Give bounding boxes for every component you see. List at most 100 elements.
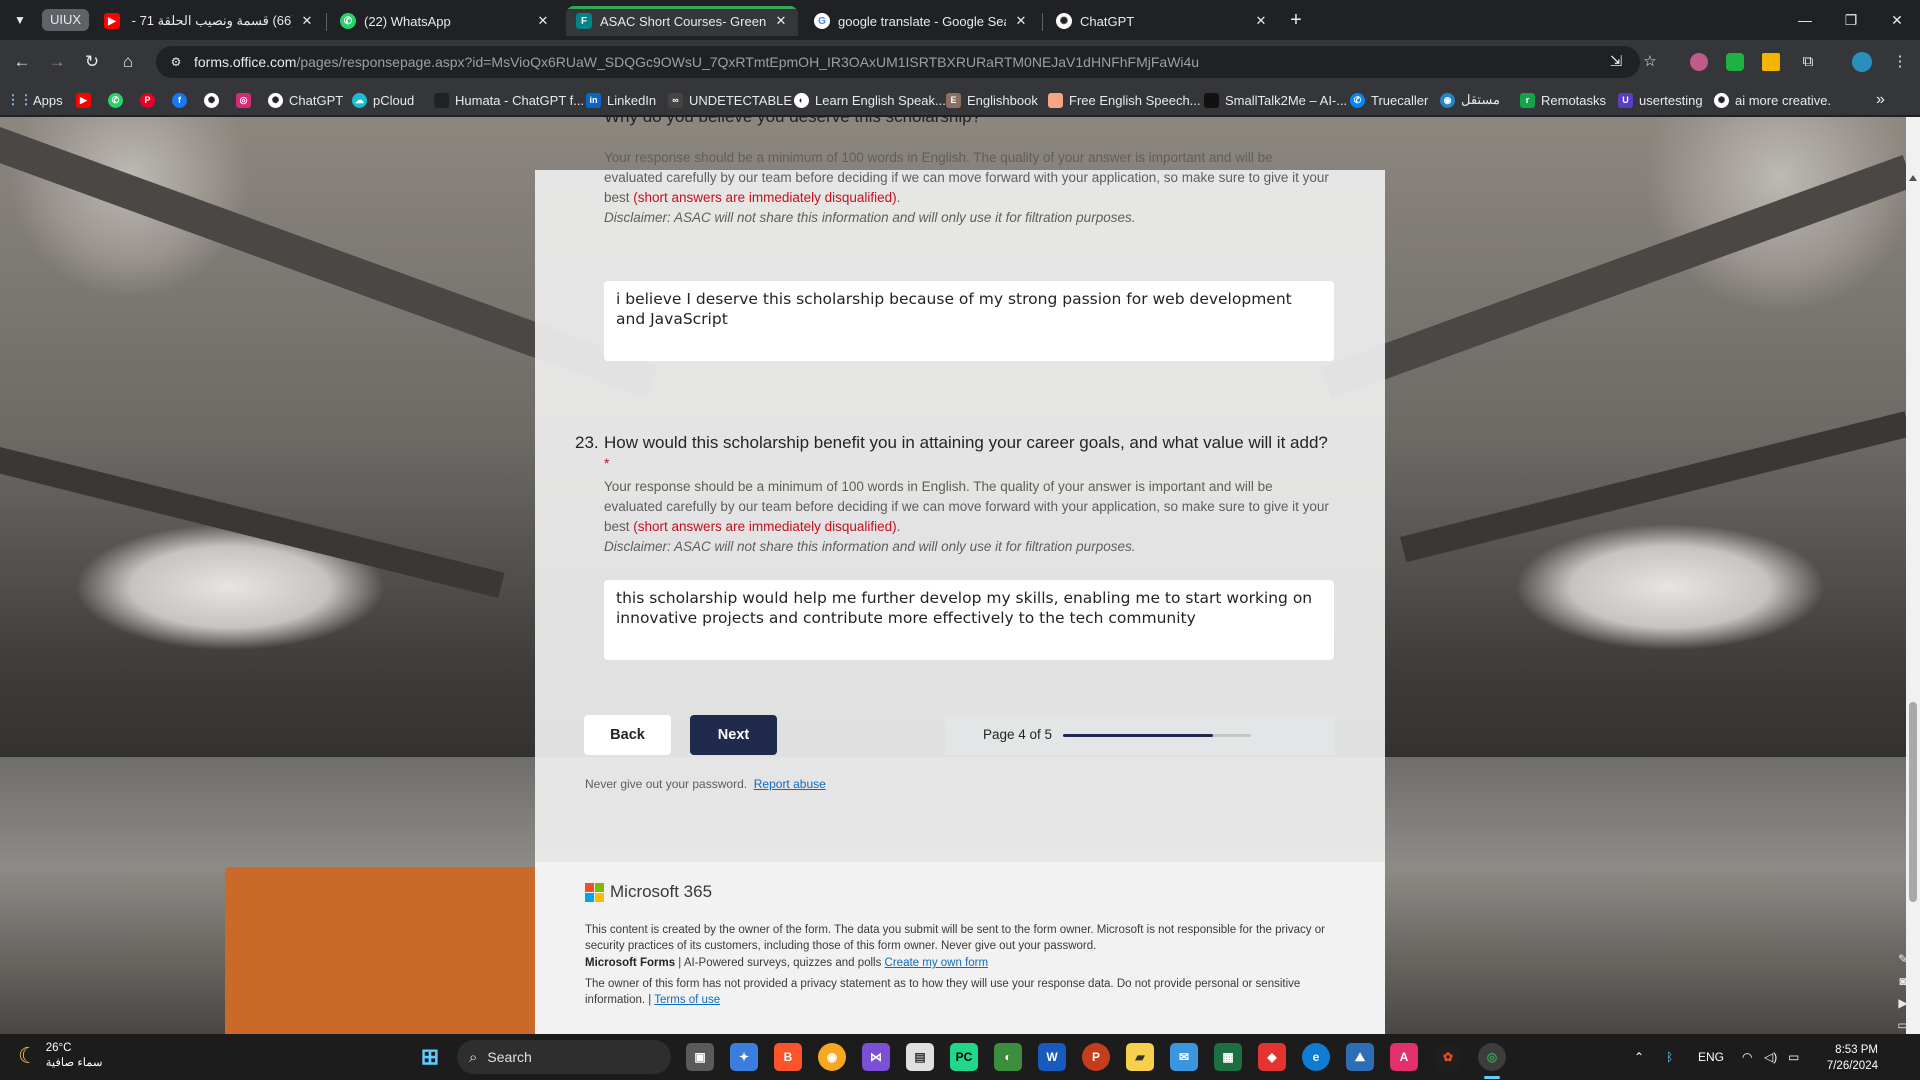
battery-icon[interactable]: ▭ — [1788, 1034, 1799, 1080]
site-info-icon[interactable]: ⚙ — [168, 54, 184, 70]
figma-icon[interactable]: ✿ — [1434, 1043, 1462, 1071]
chatgpt-icon: ✺ — [1714, 92, 1729, 108]
copilot-icon[interactable]: ✦ — [730, 1043, 758, 1071]
bookmark-youtube[interactable]: ▶ — [76, 84, 91, 116]
bookmark-usertesting[interactable]: Uusertesting — [1618, 84, 1703, 116]
bookmark-mostaql[interactable]: ◉ مستقل — [1440, 84, 1500, 116]
bookmark-smalltalk2me[interactable]: SmallTalk2Me – AI-... — [1204, 84, 1347, 116]
cast-install-icon[interactable]: ⇲ — [1606, 52, 1626, 72]
notepad-icon[interactable]: ▤ — [906, 1043, 934, 1071]
bookmark-apps[interactable]: ⋮⋮ Apps — [7, 84, 63, 116]
answer-23-textarea[interactable]: this scholarship would help me further d… — [604, 580, 1334, 660]
language-indicator[interactable]: ENG — [1698, 1034, 1724, 1080]
acrobat-icon[interactable]: A — [1390, 1043, 1418, 1071]
forms-tagline: | AI-Powered surveys, quizzes and polls — [675, 957, 885, 969]
windows-start-icon[interactable]: ⊞ — [416, 1043, 444, 1071]
chatgpt-icon: ✺ — [204, 92, 219, 108]
close-icon[interactable]: ✕ — [300, 13, 314, 29]
back-button[interactable]: Back — [584, 715, 671, 755]
screen-icon[interactable]: ▭ — [1894, 1016, 1912, 1034]
question-23-number: 23. — [575, 433, 599, 452]
tab-chatgpt[interactable]: ✺ ChatGPT ✕ — [1046, 6, 1278, 36]
taskbar-search[interactable]: ⌕ Search — [457, 1040, 671, 1074]
bookmark-learn-english[interactable]: ◐ Learn English Speak... — [794, 84, 946, 116]
terms-of-use-link[interactable]: Terms of use — [654, 994, 720, 1006]
bookmark-ai-more-creative[interactable]: ✺ ai more creative. — [1714, 84, 1831, 116]
close-icon[interactable]: ✕ — [774, 13, 788, 29]
forward-arrow-icon[interactable]: → — [45, 50, 69, 74]
url-text[interactable]: forms.office.com/pages/responsepage.aspx… — [194, 46, 1199, 78]
tray-overflow-chevron-icon[interactable]: ⌃ — [1634, 1034, 1644, 1080]
bookmark-facebook[interactable]: f — [172, 84, 187, 116]
extension-icon[interactable] — [1726, 53, 1744, 71]
home-icon[interactable]: ⌂ — [116, 50, 140, 74]
chrome-icon[interactable]: ◎ — [1478, 1043, 1506, 1071]
bookmark-pinterest[interactable]: P — [140, 84, 155, 116]
extensions-puzzle-icon[interactable]: ⧉ — [1798, 52, 1818, 72]
wifi-icon[interactable]: ◠ — [1742, 1034, 1752, 1080]
bookmark-star-icon[interactable]: ☆ — [1640, 52, 1660, 72]
menu-kebab-icon[interactable]: ⋮ — [1890, 52, 1910, 72]
extension-icon[interactable] — [1690, 53, 1708, 71]
tab-search-chevron-icon[interactable]: ▼ — [8, 8, 32, 32]
bookmark-linkedin[interactable]: in LinkedIn — [586, 84, 656, 116]
address-bar[interactable]: ⚙ forms.office.com/pages/responsepage.as… — [156, 46, 1657, 78]
window-close-icon[interactable]: ✕ — [1874, 0, 1920, 40]
excel-chart-icon[interactable]: ▦ — [1214, 1043, 1242, 1071]
bookmark-chatgpt[interactable]: ✺ — [204, 84, 219, 116]
tab-youtube[interactable]: ▶ ‏(66) قسمة ونصيب الحلقة 71 - ‏be ✕ — [94, 6, 324, 36]
scroll-up-arrow-icon[interactable] — [1909, 175, 1917, 181]
answer-22-textarea[interactable]: i believe I deserve this scholarship bec… — [604, 281, 1334, 361]
next-button[interactable]: Next — [690, 715, 777, 755]
task-view-icon[interactable]: ▣ — [686, 1043, 714, 1071]
tab-whatsapp[interactable]: ✆ (22) WhatsApp ✕ — [330, 6, 560, 36]
tab-group-label[interactable]: UIUX — [42, 9, 90, 31]
video-icon[interactable]: ▶ — [1894, 994, 1912, 1012]
mail-icon[interactable]: ✉ — [1170, 1043, 1198, 1071]
bookmark-free-english-speech[interactable]: Free English Speech... — [1048, 84, 1201, 116]
sticky-notes-icon[interactable]: ▰ — [1126, 1043, 1154, 1071]
photos-icon[interactable]: ⛰ — [1346, 1043, 1374, 1071]
close-icon[interactable]: ✕ — [536, 13, 550, 29]
reload-icon[interactable]: ↻ — [80, 50, 104, 74]
new-tab-plus-icon[interactable]: + — [1283, 8, 1309, 34]
camera-icon[interactable]: ◙ — [1894, 972, 1912, 990]
brave-icon[interactable]: B — [774, 1043, 802, 1071]
create-form-link[interactable]: Create my own form — [885, 957, 989, 969]
profile-avatar[interactable] — [1852, 52, 1872, 72]
bookmark-pcloud[interactable]: ☁ pCloud — [352, 84, 414, 116]
back-arrow-icon[interactable]: ← — [10, 50, 34, 74]
powerpoint-icon[interactable]: P — [1082, 1043, 1110, 1071]
volume-icon[interactable]: ◁) — [1764, 1034, 1777, 1080]
pycharm-icon[interactable]: PC — [950, 1043, 978, 1071]
bluetooth-icon[interactable]: ᛒ — [1666, 1034, 1673, 1080]
bookmark-englishbook[interactable]: E Englishbook — [946, 84, 1038, 116]
app-icon[interactable]: ◐ — [994, 1043, 1022, 1071]
bookmarks-overflow-chevron-icon[interactable]: » — [1876, 84, 1885, 116]
minimize-icon[interactable]: — — [1782, 0, 1828, 40]
page-scrollbar[interactable] — [1906, 117, 1920, 1034]
bookmark-instagram[interactable]: ◎ — [236, 84, 251, 116]
restore-icon[interactable]: ❐ — [1828, 0, 1874, 40]
close-icon[interactable]: ✕ — [1254, 13, 1268, 29]
tab-google-translate[interactable]: G google translate - Google Sear ✕ — [804, 6, 1038, 36]
pen-icon[interactable]: ✎ — [1894, 950, 1912, 968]
weather-widget[interactable]: ☾ 26°C سماء صافية — [18, 1041, 103, 1071]
bookmark-chatgpt-named[interactable]: ✺ ChatGPT — [268, 84, 343, 116]
browser-icon[interactable]: ◉ — [818, 1043, 846, 1071]
tab-asac-forms[interactable]: F ASAC Short Courses- Green Skil ✕ — [566, 6, 798, 36]
scroll-thumb[interactable] — [1909, 702, 1917, 902]
visual-studio-icon[interactable]: ⋈ — [862, 1043, 890, 1071]
bookmark-undetectable[interactable]: ∞ UNDETECTABLE — [668, 84, 792, 116]
bookmark-remotasks[interactable]: r Remotasks — [1520, 84, 1606, 116]
bookmark-humata[interactable]: Humata - ChatGPT f... — [434, 84, 584, 116]
word-icon[interactable]: W — [1038, 1043, 1066, 1071]
report-abuse-link[interactable]: Report abuse — [754, 777, 826, 791]
edge-icon[interactable]: e — [1302, 1043, 1330, 1071]
anydesk-icon[interactable]: ◆ — [1258, 1043, 1286, 1071]
google-drive-icon[interactable] — [1762, 53, 1780, 71]
close-icon[interactable]: ✕ — [1014, 13, 1028, 29]
bookmark-truecaller[interactable]: ✆ Truecaller — [1350, 84, 1428, 116]
taskbar-clock[interactable]: 8:53 PM 7/26/2024 — [1820, 1042, 1878, 1074]
bookmark-whatsapp[interactable]: ✆ — [108, 84, 123, 116]
